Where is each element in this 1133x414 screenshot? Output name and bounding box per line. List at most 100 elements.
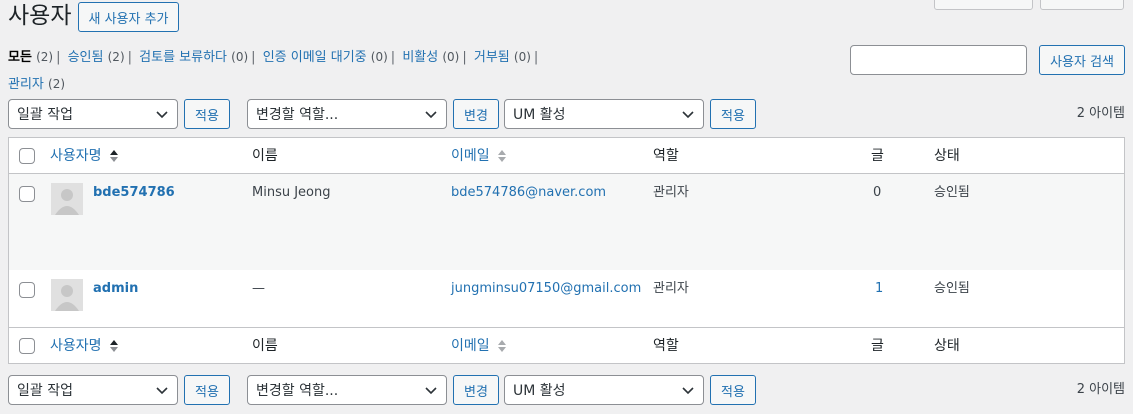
user-name: — xyxy=(252,281,265,296)
user-email-link[interactable]: jungminsu07150@gmail.com xyxy=(451,279,641,299)
column-name: 이름 xyxy=(252,338,278,354)
filter-count: (0) xyxy=(370,50,388,64)
chevron-down-icon xyxy=(682,387,694,395)
sort-username-link[interactable]: 사용자명 xyxy=(50,338,102,354)
um-action-select[interactable]: UM 활성 xyxy=(504,99,704,129)
um-action-value: UM 활성 xyxy=(513,383,566,399)
filter-administrator-link[interactable]: 관리자 xyxy=(8,77,44,92)
column-status: 상태 xyxy=(934,338,960,354)
bulk-action-value: 일괄 작업 xyxy=(17,107,73,123)
bulk-apply-button[interactable]: 적용 xyxy=(184,99,230,129)
filter-approved-link[interactable]: 승인됨 xyxy=(68,50,104,65)
column-status: 상태 xyxy=(934,148,960,164)
sort-arrows-icon xyxy=(109,150,118,162)
help-button[interactable] xyxy=(1040,0,1124,10)
sort-arrows-icon xyxy=(109,340,118,352)
row-checkbox[interactable] xyxy=(19,282,35,298)
table-row: bde574786 Minsu Jeong bde574786@naver.co… xyxy=(9,174,1124,270)
user-posts: 0 xyxy=(873,185,882,200)
um-apply-button[interactable]: 적용 xyxy=(710,99,756,129)
filter-count: (2) xyxy=(36,50,54,64)
filter-count: (0) xyxy=(231,50,249,64)
chevron-down-icon xyxy=(682,111,694,119)
um-action-select[interactable]: UM 활성 xyxy=(504,375,704,405)
user-role: 관리자 xyxy=(653,281,689,296)
tablenav-top: 일괄 작업 적용 변경할 역할... 변경 UM 활성 적용 2 아이템 xyxy=(8,99,1125,129)
change-role-button[interactable]: 변경 xyxy=(453,99,499,129)
sort-email-link[interactable]: 이메일 xyxy=(451,148,490,164)
filter-all-link[interactable]: 모든 xyxy=(8,50,32,65)
filter-inactive[interactable]: 비활성 (0) xyxy=(402,50,459,65)
user-status: 승인됨 xyxy=(934,185,970,200)
table-footer: 사용자명 이름 이메일 역할 글 상태 xyxy=(9,327,1124,363)
change-role-value: 변경할 역할... xyxy=(256,107,339,123)
filter-count: (2) xyxy=(107,50,125,64)
items-count: 2 아이템 xyxy=(1076,382,1125,397)
username-link[interactable]: admin xyxy=(93,279,138,299)
sort-username-link[interactable]: 사용자명 xyxy=(50,148,102,164)
default-avatar-icon xyxy=(51,279,83,311)
column-name: 이름 xyxy=(252,148,278,164)
search-input[interactable] xyxy=(850,45,1028,75)
change-role-select[interactable]: 변경할 역할... xyxy=(247,375,447,405)
user-posts-link[interactable]: 1 xyxy=(875,279,883,299)
column-posts: 글 xyxy=(871,338,884,354)
filter-count: (0) xyxy=(513,50,531,64)
user-role-filters: 모든 (2) | 승인됨 (2) | 검토를 보류하다 (0) | 인증 이메일 대기… xyxy=(8,50,539,92)
column-role: 역할 xyxy=(653,338,679,354)
filter-administrator[interactable]: 관리자 (2) xyxy=(8,77,65,92)
items-count: 2 아이템 xyxy=(1076,106,1125,121)
filter-count: (2) xyxy=(48,77,66,91)
bulk-apply-button[interactable]: 적용 xyxy=(184,375,230,405)
tablenav-bottom: 일괄 작업 적용 변경할 역할... 변경 UM 활성 적용 2 아이템 xyxy=(8,375,1125,405)
filter-rejected-link[interactable]: 거부됨 xyxy=(474,50,510,65)
page-title: 사용자 xyxy=(8,3,72,29)
chevron-down-icon xyxy=(156,111,168,119)
filter-all[interactable]: 모든 (2) xyxy=(8,50,53,65)
column-email[interactable]: 이메일 xyxy=(451,138,507,174)
column-role: 역할 xyxy=(653,148,679,164)
chevron-down-icon xyxy=(156,387,168,395)
chevron-down-icon xyxy=(425,111,437,119)
default-avatar-icon xyxy=(51,183,83,215)
add-new-user-button[interactable]: 새 사용자 추가 xyxy=(78,2,179,32)
column-posts: 글 xyxy=(871,148,884,164)
sort-email-link[interactable]: 이메일 xyxy=(451,338,490,354)
row-checkbox[interactable] xyxy=(19,186,35,202)
select-all-checkbox[interactable] xyxy=(19,338,35,354)
filter-awaiting-email[interactable]: 인증 이메일 대기중 (0) xyxy=(263,50,388,65)
select-all-checkbox[interactable] xyxy=(19,148,35,164)
filter-pending-review[interactable]: 검토를 보류하다 (0) xyxy=(139,50,248,65)
column-username[interactable]: 사용자명 xyxy=(50,328,119,364)
search-box: 사용자 검색 xyxy=(850,45,1125,75)
filter-awaiting-email-link[interactable]: 인증 이메일 대기중 xyxy=(263,50,367,65)
table-header: 사용자명 이름 이메일 역할 글 상태 xyxy=(9,138,1124,174)
sort-arrows-icon xyxy=(498,150,507,162)
user-role: 관리자 xyxy=(653,185,689,200)
bulk-action-select[interactable]: 일괄 작업 xyxy=(8,375,178,405)
chevron-down-icon xyxy=(425,387,437,395)
bulk-action-value: 일괄 작업 xyxy=(17,383,73,399)
search-users-button[interactable]: 사용자 검색 xyxy=(1039,45,1125,75)
bulk-action-select[interactable]: 일괄 작업 xyxy=(8,99,178,129)
filter-approved[interactable]: 승인됨 (2) xyxy=(68,50,125,65)
change-role-value: 변경할 역할... xyxy=(256,383,339,399)
um-apply-button[interactable]: 적용 xyxy=(710,375,756,405)
filter-count: (0) xyxy=(442,50,460,64)
filter-inactive-link[interactable]: 비활성 xyxy=(402,50,438,65)
user-name: Minsu Jeong xyxy=(252,185,331,200)
screen-options-button[interactable] xyxy=(934,0,1033,10)
column-email[interactable]: 이메일 xyxy=(451,328,507,364)
column-username[interactable]: 사용자명 xyxy=(50,138,119,174)
filter-pending-review-link[interactable]: 검토를 보류하다 xyxy=(139,50,227,65)
user-email-link[interactable]: bde574786@naver.com xyxy=(451,183,606,203)
change-role-button[interactable]: 변경 xyxy=(453,375,499,405)
change-role-select[interactable]: 변경할 역할... xyxy=(247,99,447,129)
users-table: 사용자명 이름 이메일 역할 글 상태 bde574786 Minsu Jeon… xyxy=(8,137,1125,364)
user-status: 승인됨 xyxy=(934,281,970,296)
username-link[interactable]: bde574786 xyxy=(93,183,175,203)
filter-rejected[interactable]: 거부됨 (0) xyxy=(474,50,531,65)
um-action-value: UM 활성 xyxy=(513,107,566,123)
sort-arrows-icon xyxy=(498,340,507,352)
table-row: admin — jungminsu07150@gmail.com 관리자 1 승… xyxy=(9,270,1124,328)
